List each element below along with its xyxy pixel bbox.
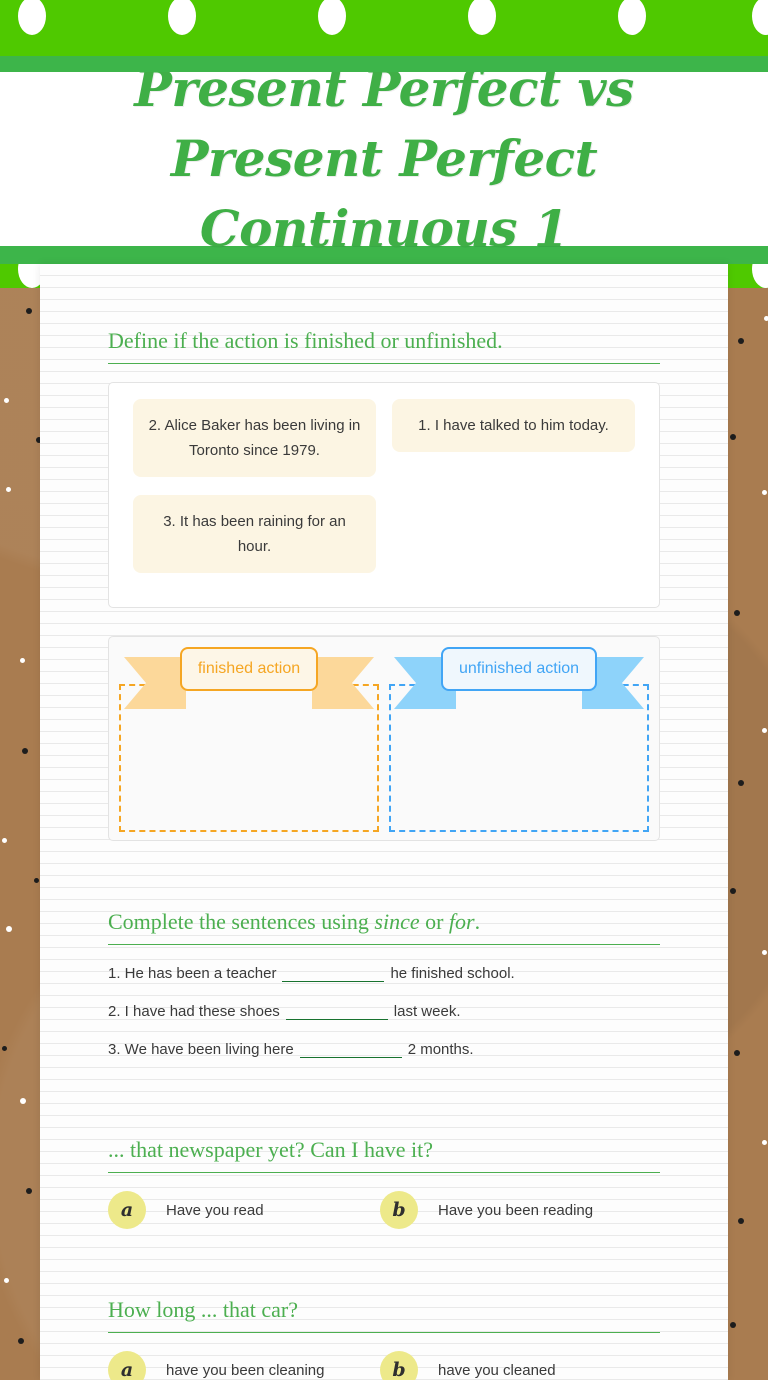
- cork-dot: [764, 316, 768, 321]
- banner-oval: [18, 0, 46, 35]
- fill-text-after: 2 months.: [407, 1041, 474, 1058]
- section-mc2: How long ... that car? a have you been c…: [108, 1233, 660, 1380]
- fill-instruction-word-for: for: [448, 909, 475, 934]
- title-band: Present Perfect vs Present Perfect Conti…: [0, 59, 768, 258]
- fill-text-before: 1. He has been a teacher: [108, 965, 277, 982]
- mc2-option-a[interactable]: a have you been cleaning: [108, 1351, 380, 1380]
- drag-source-panel: 2. Alice Baker has been living in Toront…: [108, 382, 660, 608]
- drag-card[interactable]: 1. I have talked to him today.: [392, 399, 635, 452]
- banner-oval: [468, 0, 496, 35]
- cork-dot: [730, 1322, 736, 1328]
- section-sort: Define if the action is finished or unfi…: [108, 264, 660, 841]
- mc2-options: a have you been cleaning b have you clea…: [108, 1333, 660, 1380]
- banner-oval: [318, 0, 346, 35]
- option-label: Have you read: [166, 1201, 264, 1219]
- heading-rule: [108, 363, 660, 364]
- fill-instruction: Complete the sentences using since or fo…: [108, 845, 660, 944]
- top-green-stripe: [0, 56, 768, 72]
- fill-instruction-mid: or: [419, 909, 449, 934]
- option-badge-b: b: [380, 1191, 418, 1229]
- fill-instruction-word-since: since: [374, 909, 420, 934]
- fill-blank-input[interactable]: [285, 1001, 388, 1020]
- banner-oval: [752, 264, 768, 288]
- section-fill: Complete the sentences using since or fo…: [108, 845, 660, 1069]
- fill-blank-input[interactable]: [299, 1039, 402, 1058]
- worksheet-paper: Define if the action is finished or unfi…: [40, 264, 728, 1380]
- fill-items: 1. He has been a teacher he finished scho…: [108, 945, 660, 1069]
- cork-dot: [34, 878, 39, 883]
- cork-dot: [20, 658, 25, 663]
- cork-dot: [20, 1098, 26, 1104]
- option-badge-a: a: [108, 1351, 146, 1380]
- cork-dot: [762, 490, 767, 495]
- cork-dot: [730, 434, 736, 440]
- drop-zone-panel: finished action unfinished action: [108, 636, 660, 841]
- cork-dot: [738, 338, 744, 344]
- fill-blank-input[interactable]: [282, 963, 385, 982]
- cork-dot: [2, 1046, 7, 1051]
- drag-card[interactable]: 3. It has been raining for an hour.: [133, 495, 376, 573]
- mc2-question: How long ... that car?: [108, 1297, 298, 1322]
- cork-dot: [762, 950, 767, 955]
- fill-instruction-post: .: [474, 909, 481, 934]
- cork-dot: [738, 1218, 744, 1224]
- banner-oval: [618, 0, 646, 35]
- option-badge-a: a: [108, 1191, 146, 1229]
- banner-oval: [752, 0, 768, 35]
- drag-column-right: 1. I have talked to him today.: [384, 399, 643, 591]
- mc1-options: a Have you read b Have you been reading: [108, 1173, 660, 1229]
- cork-dot: [22, 748, 28, 754]
- drop-column-finished: finished action: [119, 647, 379, 832]
- drag-card[interactable]: 2. Alice Baker has been living in Toront…: [133, 399, 376, 477]
- dropzone-unfinished[interactable]: [389, 684, 649, 832]
- fill-instruction-pre: Complete the sentences using: [108, 909, 375, 934]
- mc1-question: ... that newspaper yet? Can I have it?: [108, 1137, 433, 1162]
- fill-text-before: 3. We have been living here: [108, 1041, 294, 1058]
- cork-dot: [4, 398, 9, 403]
- option-badge-b: b: [380, 1351, 418, 1380]
- fill-row: 2. I have had these shoes last week.: [108, 993, 660, 1031]
- cork-dot: [26, 1188, 32, 1194]
- fill-text-before: 2. I have had these shoes: [108, 1003, 280, 1020]
- page-title: Present Perfect vs Present Perfect Conti…: [134, 59, 634, 258]
- cork-dot: [738, 780, 744, 786]
- cork-dot: [4, 1278, 9, 1283]
- drop-column-unfinished: unfinished action: [389, 647, 649, 832]
- cork-dot: [734, 1050, 740, 1056]
- cork-dot: [734, 610, 740, 616]
- mc1-option-a[interactable]: a Have you read: [108, 1191, 380, 1229]
- option-label: have you cleaned: [438, 1361, 556, 1379]
- mc1-option-b[interactable]: b Have you been reading: [380, 1191, 593, 1229]
- section-mc1: ... that newspaper yet? Can I have it? a…: [108, 1073, 660, 1229]
- option-label: Have you been reading: [438, 1201, 594, 1219]
- sort-instruction: Define if the action is finished or unfi…: [108, 328, 503, 353]
- option-label: have you been cleaning: [166, 1361, 325, 1379]
- cork-dot: [762, 728, 767, 733]
- banner-oval: [168, 0, 196, 35]
- fill-row: 3. We have been living here 2 months.: [108, 1031, 660, 1069]
- fill-text-after: he finished school.: [390, 965, 515, 982]
- fill-text-after: last week.: [393, 1003, 461, 1020]
- cork-dot: [6, 487, 11, 492]
- dropzone-finished[interactable]: [119, 684, 379, 832]
- cork-dot: [26, 308, 32, 314]
- cork-dot: [762, 1140, 767, 1145]
- fill-row: 1. He has been a teacher he finished scho…: [108, 955, 660, 993]
- cork-dot: [730, 888, 736, 894]
- cork-dot: [2, 838, 7, 843]
- cork-dot: [18, 1338, 24, 1344]
- drag-column-left: 2. Alice Baker has been living in Toront…: [125, 399, 384, 591]
- top-green-banner: [0, 0, 768, 56]
- cork-dot: [6, 926, 12, 932]
- mc2-option-b[interactable]: b have you cleaned: [380, 1351, 556, 1380]
